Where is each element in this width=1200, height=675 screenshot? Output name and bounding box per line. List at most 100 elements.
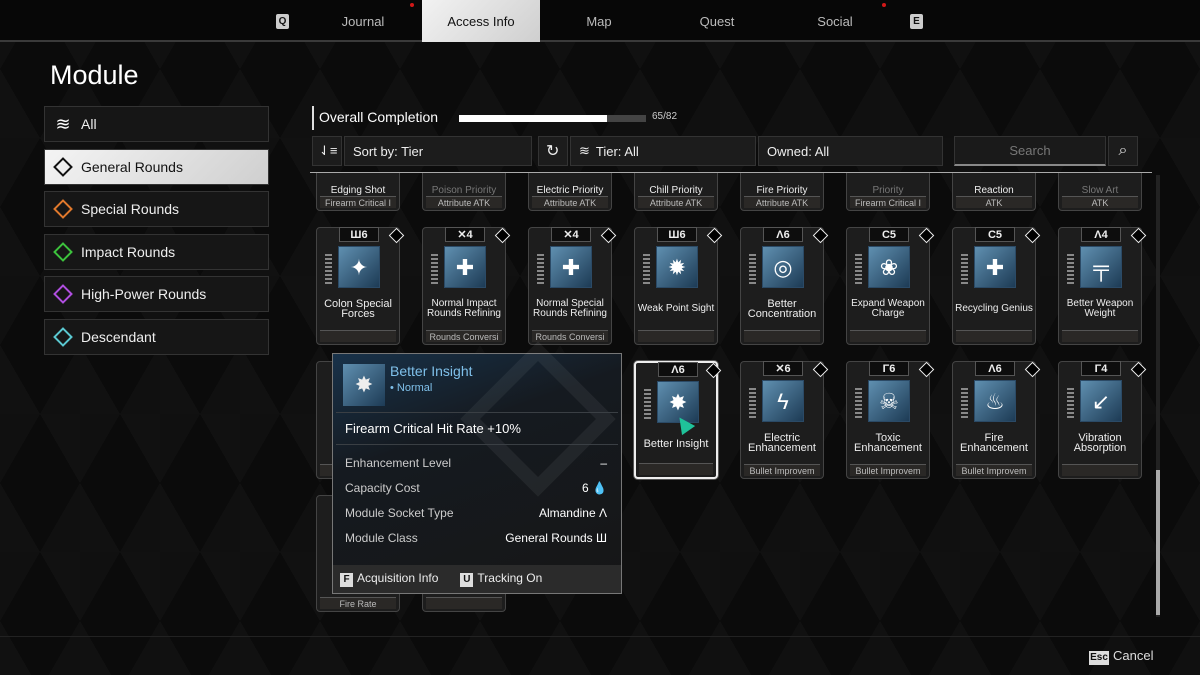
module-card[interactable]: Ш6 ✦ Colon Special Forces <box>316 227 405 345</box>
key-hint: U <box>460 573 474 587</box>
notification-dot <box>882 3 886 7</box>
sidebar-item-label: High-Power Rounds <box>81 286 207 302</box>
search-input[interactable]: Search <box>954 136 1106 166</box>
module-card[interactable]: Poison Priority Attribute ATK <box>422 173 506 211</box>
module-card[interactable]: Λ4 ╤ Better Weapon Weight <box>1058 227 1147 345</box>
level-bars <box>1067 388 1074 418</box>
module-card[interactable]: Fire Priority Attribute ATK <box>740 173 824 211</box>
search-button[interactable]: ⌕ <box>1108 136 1138 166</box>
module-name: Recycling Genius <box>955 303 1033 314</box>
stat-value: – <box>600 456 607 470</box>
search-icon: ⌕ <box>1118 142 1128 159</box>
sidebar-item-descendant[interactable]: Descendant <box>44 318 269 355</box>
sidebar-item-general-rounds[interactable]: General Rounds <box>44 148 269 185</box>
general-rounds-class-icon <box>812 227 829 244</box>
module-label <box>426 597 502 609</box>
module-icon: ◎ <box>762 246 804 288</box>
stat-value: Almandine Λ <box>538 506 607 520</box>
scrollbar-thumb[interactable] <box>1156 470 1160 615</box>
module-icon: ✚ <box>974 246 1016 288</box>
tab-social[interactable]: Social <box>776 0 894 42</box>
general-rounds-watermark-icon <box>460 341 616 497</box>
capacity-cost-badge: C5 <box>975 227 1015 242</box>
module-card[interactable]: C5 ❀ Expand Weapon Charge <box>846 227 935 345</box>
module-card[interactable]: Γ4 ↙ Vibration Absorption <box>1058 361 1147 479</box>
descendant-icon <box>53 326 73 347</box>
impact-rounds-icon <box>53 241 73 262</box>
module-card[interactable]: ✕4 ✚ Normal Impact Rounds Refining Rounds C… <box>422 227 511 345</box>
module-label: ATK <box>956 196 1032 208</box>
sort-dropdown[interactable]: Sort by: Tier <box>344 136 532 166</box>
owned-dropdown[interactable]: Owned: All <box>758 136 943 166</box>
sort-order-button[interactable]: ⇃≡ <box>312 136 342 166</box>
capacity-cost-badge: C5 <box>869 227 909 242</box>
level-bars <box>855 254 862 284</box>
divider <box>0 636 1200 637</box>
sidebar-item-label: General Rounds <box>81 158 183 175</box>
sidebar-item-special-rounds[interactable]: Special Rounds <box>44 191 269 227</box>
module-label <box>1062 330 1138 342</box>
module-card[interactable]: Ш6 ✹ Weak Point Sight <box>634 227 723 345</box>
tooltip-title: Better Insight <box>390 363 473 379</box>
tab-quest[interactable]: Quest <box>658 0 776 42</box>
module-card[interactable]: C5 ✚ Recycling Genius <box>952 227 1041 345</box>
module-card[interactable]: Λ6 ◎ Better Concentration <box>740 227 829 345</box>
module-name: Expand Weapon Charge <box>851 298 925 319</box>
next-tab-key[interactable]: E <box>910 14 923 29</box>
tooltip-action-tracking-on[interactable]: U Tracking On <box>460 571 542 587</box>
completion-label: Overall Completion <box>312 106 438 130</box>
module-name: Better Weapon Weight <box>1066 298 1134 319</box>
module-label: Attribute ATK <box>744 196 820 208</box>
module-card[interactable]: Electric Priority Attribute ATK <box>528 173 612 211</box>
sidebar-item-all[interactable]: ≋ All <box>44 106 269 142</box>
grid-scrollbar[interactable] <box>1156 175 1160 617</box>
module-label: Attribute ATK <box>426 196 502 208</box>
better-insight-icon: ✸ <box>343 364 385 406</box>
prev-tab-key[interactable]: Q <box>276 14 289 29</box>
level-bars <box>644 389 651 419</box>
completion-progress-bar <box>459 115 646 122</box>
refresh-icon: ↻ <box>546 143 560 160</box>
module-card[interactable]: ✕4 ✚ Normal Special Rounds Refining Rounds … <box>528 227 617 345</box>
level-bars <box>961 254 968 284</box>
sidebar-item-impact-rounds[interactable]: Impact Rounds <box>44 233 269 270</box>
tab-map[interactable]: Map <box>540 0 658 42</box>
tooltip-rarity: • Normal <box>390 382 433 394</box>
module-label <box>320 330 396 342</box>
module-name: Normal Special Rounds Refining <box>533 298 607 319</box>
general-rounds-class-icon <box>812 361 829 378</box>
special-rounds-icon <box>53 199 73 219</box>
module-card[interactable]: Chill Priority Attribute ATK <box>634 173 718 211</box>
module-card[interactable]: Priority Firearm Critical I <box>846 173 930 211</box>
module-icon: ♨ <box>974 380 1016 422</box>
module-label: ATK <box>1062 196 1138 208</box>
stat-value: General Rounds Ш <box>505 531 607 545</box>
module-card[interactable]: Γ6 ☠ Toxic Enhancement Bullet Improvem <box>846 361 935 479</box>
cancel-button[interactable]: Esc Cancel <box>1089 648 1153 665</box>
module-name: Fire Enhancement <box>960 432 1028 454</box>
module-label: Bullet Improvem <box>744 464 820 476</box>
module-card[interactable]: Λ6 ♨ Fire Enhancement Bullet Improvem <box>952 361 1041 479</box>
module-icon: ✚ <box>444 246 486 288</box>
module-label: Rounds Conversi <box>426 330 502 342</box>
module-label <box>956 330 1032 342</box>
general-rounds-class-icon <box>706 227 723 244</box>
tooltip-stat-row: Module Socket Type Almandine Λ <box>345 506 607 520</box>
general-rounds-class-icon <box>1130 361 1147 378</box>
level-bars <box>1067 254 1074 284</box>
tooltip-action-acquisition-info[interactable]: F Acquisition Info <box>340 571 438 587</box>
tier-dropdown[interactable]: ≋ Tier: All <box>570 136 756 166</box>
tab-access-info[interactable]: Access Info <box>422 0 540 42</box>
module-card[interactable]: Edging Shot Firearm Critical I <box>316 173 400 211</box>
module-icon: ✹ <box>656 246 698 288</box>
general-rounds-class-icon <box>1024 227 1041 244</box>
module-icon: ✦ <box>338 246 380 288</box>
reset-filter-button[interactable]: ↻ <box>538 136 568 166</box>
module-card[interactable]: Slow Art ATK <box>1058 173 1142 211</box>
tab-journal[interactable]: Journal <box>304 0 422 42</box>
module-card[interactable]: ✕6 ϟ Electric Enhancement Bullet Improvem <box>740 361 829 479</box>
module-card[interactable]: Reaction ATK <box>952 173 1036 211</box>
stat-label: Enhancement Level <box>345 456 452 470</box>
level-bars <box>749 388 756 418</box>
sidebar-item-high-power-rounds[interactable]: High-Power Rounds <box>44 276 269 312</box>
